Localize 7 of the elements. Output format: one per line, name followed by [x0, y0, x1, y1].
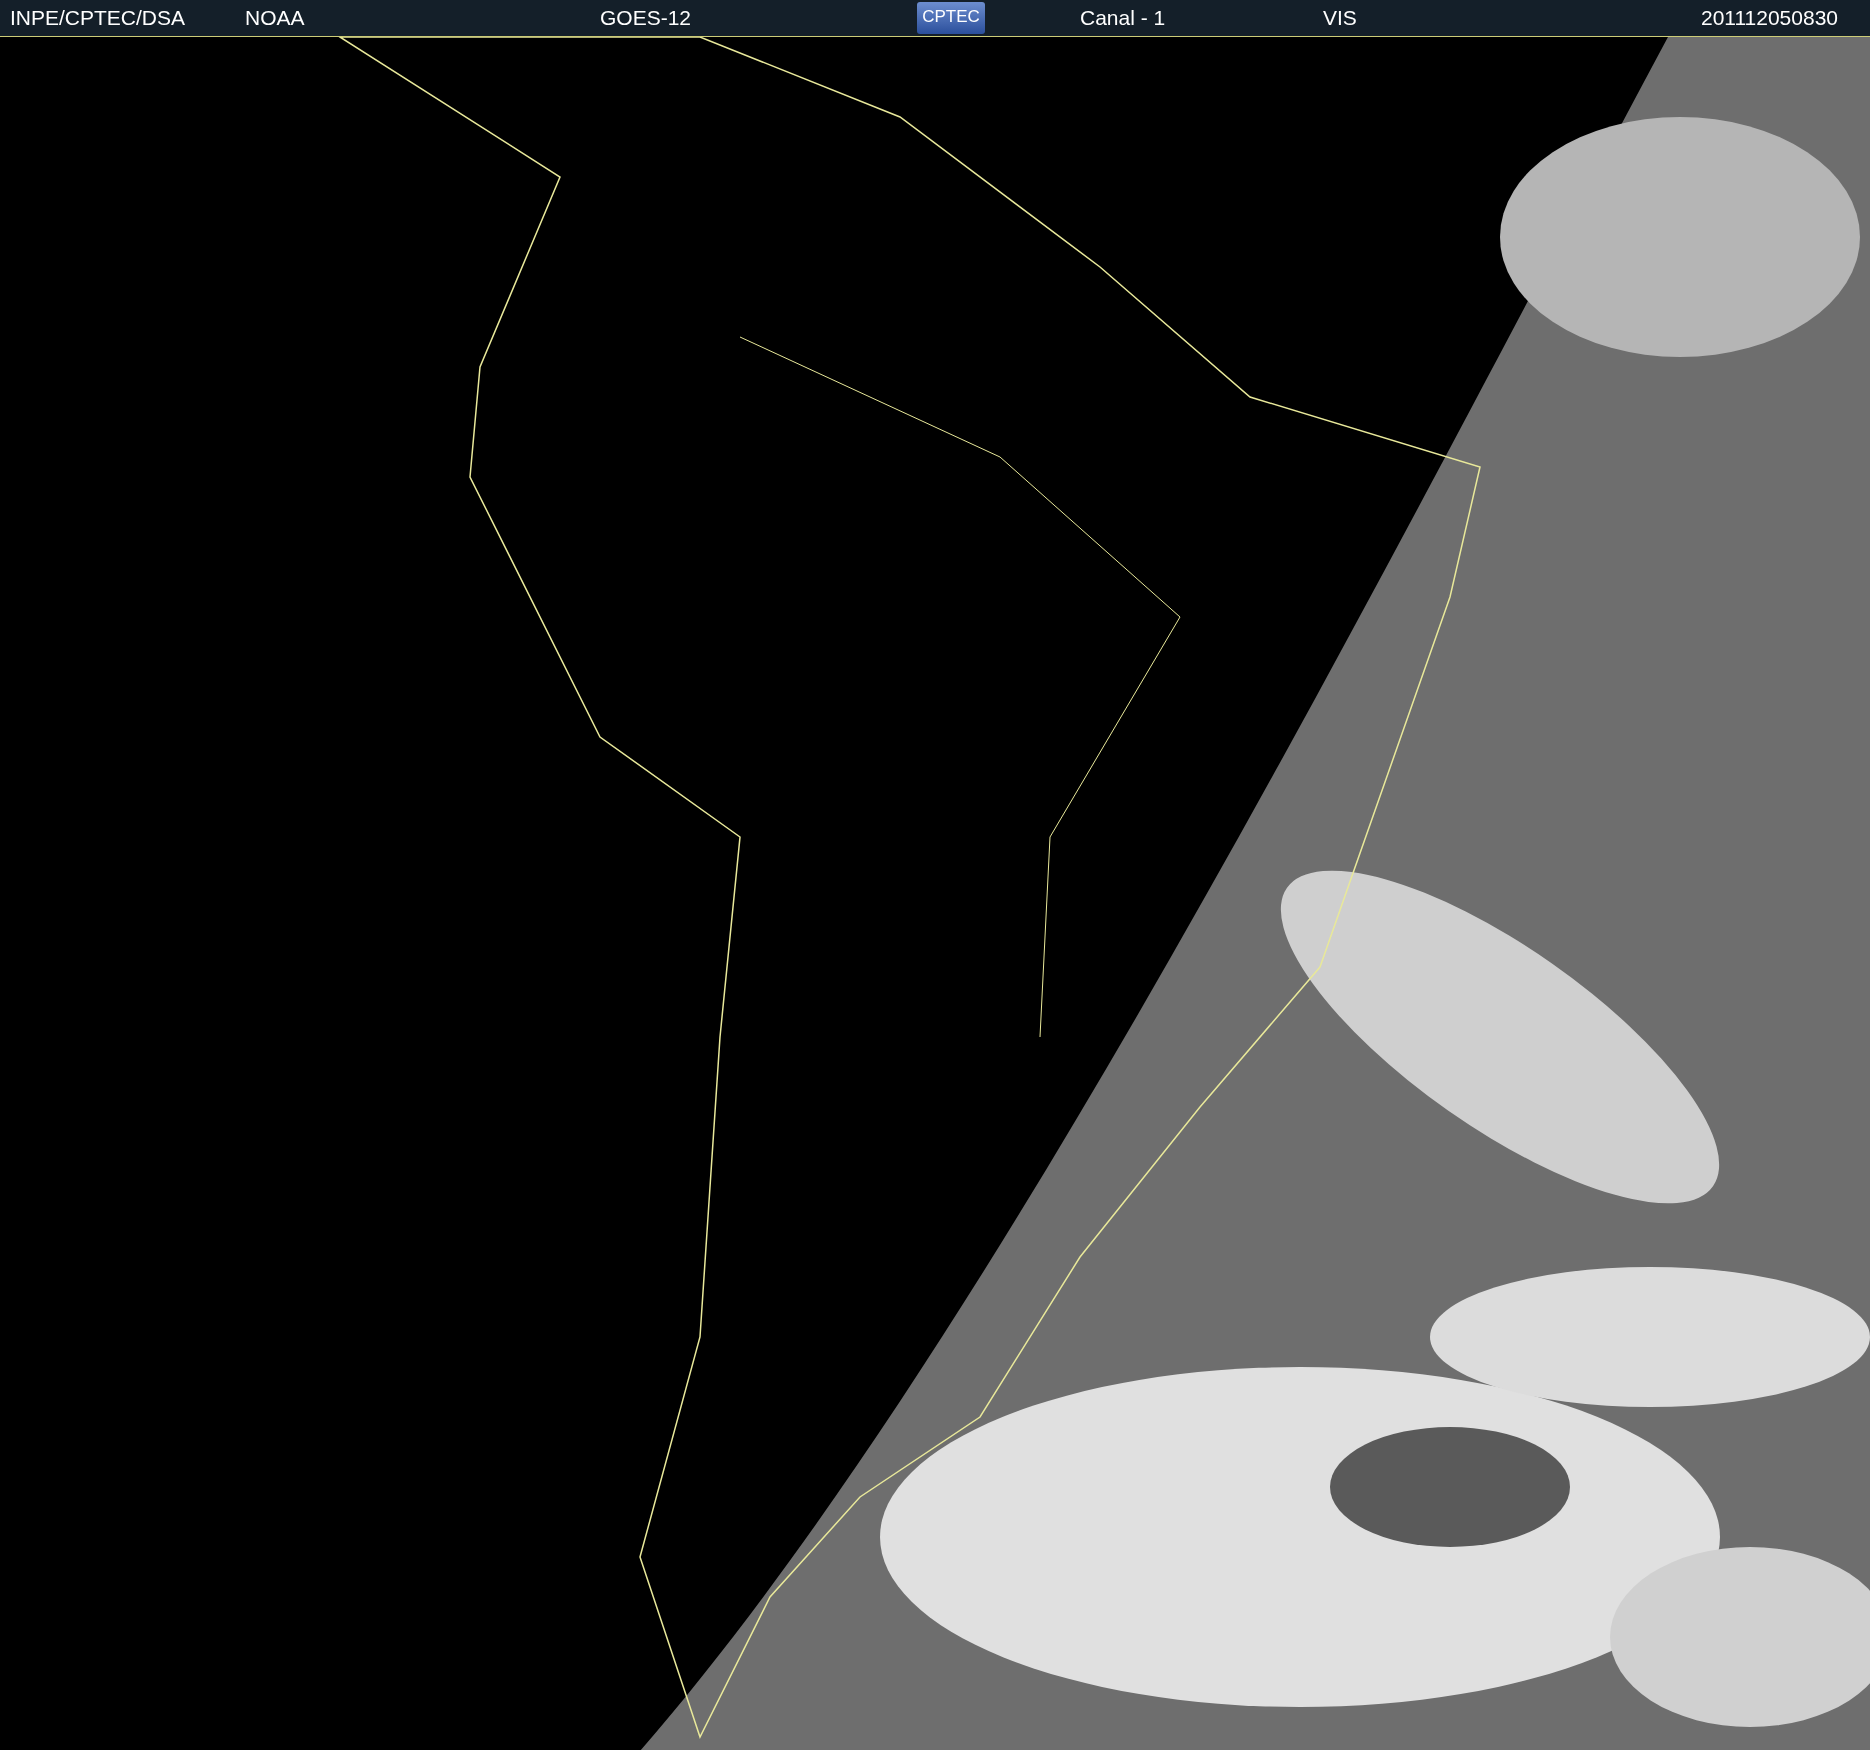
band-label: VIS [1323, 5, 1358, 32]
institution-label: INPE/CPTEC/DSA [10, 5, 187, 32]
agency-label: NOAA [245, 5, 306, 32]
logo: CPTEC [917, 2, 985, 34]
timestamp-label: 201112050830 [1700, 5, 1838, 32]
satellite-label: GOES-12 [600, 5, 693, 32]
channel-label: Canal - 1 [1080, 5, 1167, 32]
